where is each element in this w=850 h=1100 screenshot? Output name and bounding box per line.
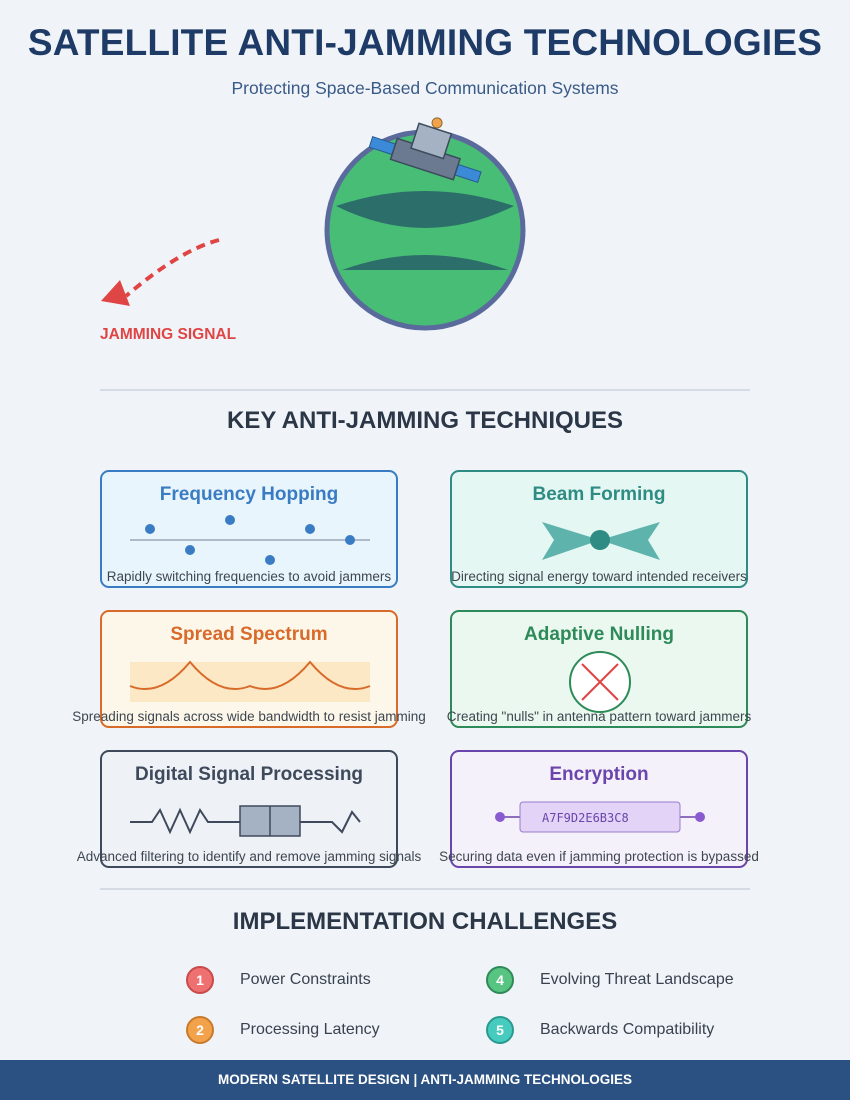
card-title: Spread Spectrum: [170, 624, 328, 645]
card-beam-forming: Beam Forming Directing signal energy tow…: [450, 470, 748, 588]
challenge-badge: 2: [186, 1016, 214, 1044]
null-target-icon: [569, 651, 631, 713]
card-description: Rapidly switching frequencies to avoid j…: [106, 569, 392, 584]
cipher-text: A7F9D2E6B3C8: [542, 811, 629, 825]
card-encryption: Encryption A7F9D2E6B3C8 Securing data ev…: [439, 750, 759, 868]
hero-illustration: [101, 117, 526, 331]
card-title: Digital Signal Processing: [134, 764, 364, 785]
card-title: Encryption: [549, 764, 649, 785]
signal-filter-icon: [130, 805, 361, 837]
jamming-arrow-icon: [101, 238, 220, 306]
page-subtitle: Protecting Space-Based Communication Sys…: [231, 78, 619, 98]
divider: [100, 389, 750, 391]
card-title: Adaptive Nulling: [524, 624, 674, 645]
card-digital-signal-processing: Digital Signal Processing Advanced filte…: [77, 750, 421, 868]
encrypted-data-icon: A7F9D2E6B3C8: [495, 801, 705, 833]
card-adaptive-nulling: Adaptive Nulling Creating "nulls" in ant…: [447, 610, 751, 728]
card-description: Spreading signals across wide bandwidth …: [72, 709, 426, 724]
card-spread-spectrum: Spread Spectrum Spreading signals across…: [72, 610, 426, 728]
challenge-label: Backwards Compatibility: [540, 1021, 715, 1038]
challenge-badge: 1: [186, 966, 214, 994]
challenges-heading: IMPLEMENTATION CHALLENGES: [232, 908, 618, 935]
footer-bar: MODERN SATELLITE DESIGN | ANTI-JAMMING T…: [0, 1060, 850, 1100]
frequency-hopping-icon: [130, 515, 370, 565]
card-frequency-hopping: Frequency Hopping Rapidly switching freq…: [100, 470, 398, 588]
challenge-label: Processing Latency: [240, 1021, 380, 1038]
challenge-label: Evolving Threat Landscape: [540, 971, 734, 988]
card-description: Securing data even if jamming protection…: [439, 849, 759, 864]
card-title: Beam Forming: [532, 484, 666, 505]
card-title: Frequency Hopping: [159, 484, 339, 505]
challenge-badge: 4: [486, 966, 514, 994]
page-title: SATELLITE ANTI-JAMMING TECHNOLOGIES: [27, 22, 823, 63]
beam-forming-icon: [542, 522, 660, 560]
challenge-badge: 5: [486, 1016, 514, 1044]
card-description: Directing signal energy toward intended …: [451, 569, 747, 584]
techniques-heading: KEY ANTI-JAMMING TECHNIQUES: [226, 407, 624, 434]
card-description: Advanced filtering to identify and remov…: [76, 849, 422, 864]
jamming-signal-label: JAMMING SIGNAL: [100, 326, 237, 343]
challenge-label: Power Constraints: [240, 971, 371, 988]
card-description: Creating "nulls" in antenna pattern towa…: [446, 709, 752, 724]
spread-spectrum-icon: [129, 660, 371, 702]
divider: [100, 888, 750, 890]
